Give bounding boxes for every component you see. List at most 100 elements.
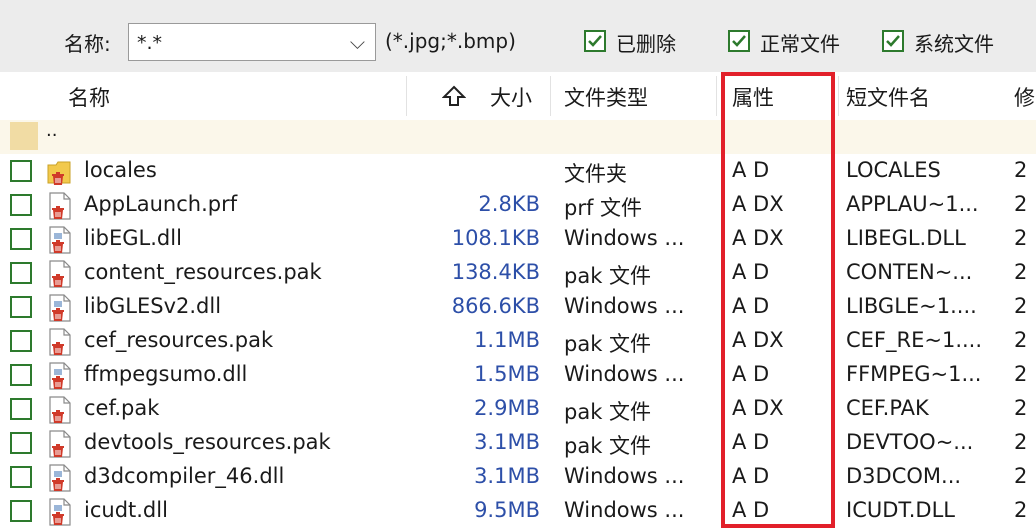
file-type: Windows ... xyxy=(564,464,685,488)
short-file-name: D3DCOM... xyxy=(846,464,962,488)
file-attributes: A D xyxy=(732,498,770,522)
row-checkbox[interactable] xyxy=(10,194,32,216)
file-attributes: A D xyxy=(732,260,770,284)
file-name: content_resources.pak xyxy=(84,260,322,284)
column-header-row: 名称 大小 文件类型 属性 短文件名 修 xyxy=(0,72,1036,120)
normal-files-checkbox[interactable] xyxy=(728,30,750,52)
system-files-checkbox-label[interactable]: 系统文件 xyxy=(914,28,994,57)
file-size: 3.1MB xyxy=(474,430,540,454)
file-row[interactable]: icudt.dll 9.5MB Windows ... A D ICUDT.DLL 2 xyxy=(0,494,1036,528)
file-size: 866.6KB xyxy=(451,294,540,318)
row-checkbox[interactable] xyxy=(10,432,32,454)
file-row[interactable]: content_resources.pak 138.4KB pak 文件 A D CON… xyxy=(0,256,1036,290)
file-row[interactable]: AppLaunch.prf 2.8KB prf 文件 A DX APPLAU~1... 2 xyxy=(0,188,1036,222)
file-pattern-value[interactable]: *.* xyxy=(137,32,162,54)
file-name: libGLESv2.dll xyxy=(84,294,222,318)
deleted-checkbox[interactable] xyxy=(584,30,606,52)
deleted-dll-file-icon xyxy=(49,498,71,526)
deleted-dll-file-icon xyxy=(49,226,71,254)
row-checkbox[interactable] xyxy=(10,160,32,182)
file-attributes: A D xyxy=(732,158,770,182)
file-row[interactable]: devtools_resources.pak 3.1MB pak 文件 A D DEVT… xyxy=(0,426,1036,460)
file-row[interactable]: libGLESv2.dll 866.6KB Windows ... A D LIBGLE… xyxy=(0,290,1036,324)
file-attributes: A D xyxy=(732,430,770,454)
file-row[interactable]: libEGL.dll 108.1KB Windows ... A DX LIBEGL.D… xyxy=(0,222,1036,256)
file-row[interactable]: cef_resources.pak 1.1MB pak 文件 A DX CEF_RE~1… xyxy=(0,324,1036,358)
short-file-name: CEF_RE~1.... xyxy=(846,328,983,352)
system-files-checkbox[interactable] xyxy=(882,30,904,52)
column-header-attributes[interactable]: 属性 xyxy=(732,82,774,112)
file-row[interactable]: cef.pak 2.9MB pak 文件 A DX CEF.PAK 2 xyxy=(0,392,1036,426)
row-checkbox[interactable] xyxy=(10,364,32,386)
file-type: pak 文件 xyxy=(564,400,652,424)
file-type: Windows ... xyxy=(564,498,685,522)
row-checkbox[interactable] xyxy=(10,466,32,488)
row-checkbox[interactable] xyxy=(10,500,32,522)
modified-date-partial: 2 xyxy=(1014,328,1028,352)
file-size: 108.1KB xyxy=(451,226,540,250)
file-name: d3dcompiler_46.dll xyxy=(84,464,285,488)
row-checkbox[interactable] xyxy=(10,398,32,420)
file-name: libEGL.dll xyxy=(84,226,182,250)
short-file-name: LOCALES xyxy=(846,158,941,182)
deleted-file-icon xyxy=(49,396,71,424)
short-file-name: APPLAU~1... xyxy=(846,192,979,216)
row-checkbox[interactable] xyxy=(10,296,32,318)
row-checkbox[interactable] xyxy=(10,262,32,284)
deleted-dll-file-icon xyxy=(49,464,71,492)
file-size: 3.1MB xyxy=(474,464,540,488)
filter-bar: 名称: *.* ⌵ (*.jpg;*.bmp) 已删除 正常文件 系统文件 xyxy=(0,0,1036,73)
file-pattern-combobox[interactable]: *.* ⌵ xyxy=(128,23,376,61)
modified-date-partial: 2 xyxy=(1014,226,1028,250)
column-divider[interactable] xyxy=(550,76,551,116)
name-filter-label: 名称: xyxy=(64,32,111,56)
short-file-name: ICUDT.DLL xyxy=(846,498,955,522)
column-header-size[interactable]: 大小 xyxy=(490,82,532,112)
short-file-name: CEF.PAK xyxy=(846,396,929,420)
file-pattern-hint: (*.jpg;*.bmp) xyxy=(385,29,516,53)
modified-date-partial: 2 xyxy=(1014,192,1028,216)
column-divider[interactable] xyxy=(406,76,407,116)
short-file-name: CONTEN~... xyxy=(846,260,973,284)
parent-directory-row[interactable]: .. xyxy=(0,120,1036,154)
file-row[interactable]: locales 文件夹 A D LOCALES 2 xyxy=(0,154,1036,188)
deleted-dll-file-icon xyxy=(49,294,71,322)
deleted-checkbox-label[interactable]: 已删除 xyxy=(616,28,676,57)
modified-date-partial: 2 xyxy=(1014,260,1028,284)
short-file-name: LIBGLE~1.... xyxy=(846,294,977,318)
column-divider[interactable] xyxy=(838,76,839,116)
column-header-modified[interactable]: 修 xyxy=(1014,82,1035,112)
file-name: devtools_resources.pak xyxy=(84,430,331,454)
file-type: Windows ... xyxy=(564,294,685,318)
file-attributes: A DX xyxy=(732,396,784,420)
file-name: AppLaunch.prf xyxy=(84,192,238,216)
deleted-file-icon xyxy=(49,260,71,288)
row-checkbox[interactable] xyxy=(10,228,32,250)
deleted-folder-icon xyxy=(47,161,71,185)
file-row[interactable]: d3dcompiler_46.dll 3.1MB Windows ... A D D3D… xyxy=(0,460,1036,494)
file-attributes: A D xyxy=(732,294,770,318)
file-row[interactable]: ffmpegsumo.dll 1.5MB Windows ... A D FFMPEG~… xyxy=(0,358,1036,392)
column-divider[interactable] xyxy=(716,76,717,116)
chevron-down-icon[interactable]: ⌵ xyxy=(350,30,365,54)
file-type: Windows ... xyxy=(564,226,685,250)
parent-directory-label: .. xyxy=(46,120,58,141)
row-checkbox[interactable] xyxy=(10,330,32,352)
deleted-file-icon xyxy=(49,328,71,356)
modified-date-partial: 2 xyxy=(1014,396,1028,420)
deleted-file-icon xyxy=(49,192,71,220)
short-file-name: DEVTOO~... xyxy=(846,430,974,454)
file-attributes: A DX xyxy=(732,192,784,216)
file-size: 1.5MB xyxy=(474,362,540,386)
deleted-dll-file-icon xyxy=(49,362,71,390)
file-type: prf 文件 xyxy=(564,196,643,220)
column-header-type[interactable]: 文件类型 xyxy=(564,82,648,112)
file-name: cef.pak xyxy=(84,396,160,420)
file-type: pak 文件 xyxy=(564,434,652,458)
sort-ascending-icon[interactable] xyxy=(442,85,466,107)
normal-files-checkbox-label[interactable]: 正常文件 xyxy=(760,28,840,57)
modified-date-partial: 2 xyxy=(1014,362,1028,386)
column-header-short-name[interactable]: 短文件名 xyxy=(846,82,930,112)
short-file-name: LIBEGL.DLL xyxy=(846,226,966,250)
column-header-name[interactable]: 名称 xyxy=(68,82,110,112)
